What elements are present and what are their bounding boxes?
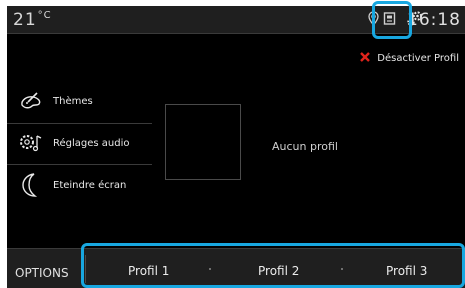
sidebar-divider <box>7 123 152 124</box>
sidebar-item-screen-off[interactable]: Eteindre écran <box>17 172 126 198</box>
sidebar-item-label: Thèmes <box>53 95 93 107</box>
moon-icon <box>17 172 45 198</box>
speaker-settings-icon <box>17 130 45 156</box>
deactivate-profile-label: Désactiver Profil <box>377 53 459 64</box>
sidebar-item-label: Eteindre écran <box>53 179 127 191</box>
no-profile-text: Aucun profil <box>272 140 338 153</box>
temperature-display: 21°C <box>13 10 52 30</box>
sidebar-item-label: Réglages audio <box>53 137 130 149</box>
profile-tabs-highlight-frame <box>81 243 465 288</box>
palette-icon <box>17 88 45 114</box>
profile-image-placeholder <box>165 104 241 180</box>
options-button[interactable]: OPTIONS <box>15 266 69 280</box>
clock: 16:18 <box>407 10 461 30</box>
sidebar-divider <box>7 164 152 165</box>
temperature-value: 21 <box>13 10 37 30</box>
sidebar-item-audio-settings[interactable]: Réglages audio <box>17 130 130 156</box>
settings-highlight-frame <box>372 1 412 39</box>
deactivate-profile-button[interactable]: Désactiver Profil <box>360 52 459 65</box>
sidebar-item-themes[interactable]: Thèmes <box>17 88 93 114</box>
close-x-icon <box>360 52 371 65</box>
temperature-unit: °C <box>37 10 52 21</box>
